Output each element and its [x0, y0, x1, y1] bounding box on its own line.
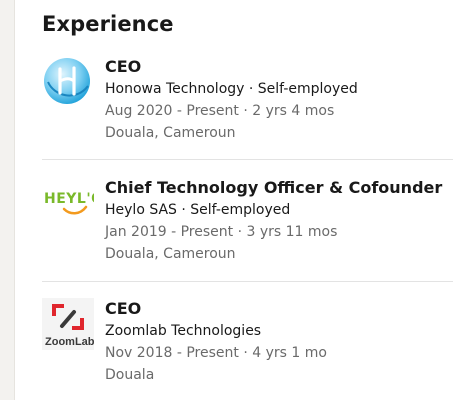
job-title[interactable]: CEO [105, 56, 450, 78]
company-line: Zoomlab Technologies [105, 323, 262, 339]
job-title[interactable]: Chief Technology Officer & Cofounder [105, 177, 450, 199]
divider [42, 159, 453, 160]
section-title: Experience [42, 12, 174, 36]
date-range: Nov 2018 - Present · 4 yrs 1 mo [105, 345, 327, 361]
left-rail [0, 0, 15, 400]
date-range: Jan 2019 - Present · 3 yrs 11 mos [105, 224, 338, 240]
zoomlab-logo-text: ZoomLab [45, 336, 94, 348]
date-range: Aug 2020 - Present · 2 yrs 4 mos [105, 103, 335, 119]
honowa-logo-icon[interactable] [42, 56, 94, 108]
experience-page: Experience CEO Honowa Technology · Self-… [0, 0, 453, 400]
company-line: Heylo SAS · Self-employed [105, 202, 291, 218]
zoomlab-logo-icon[interactable]: ZoomLab [42, 298, 95, 350]
job-location: Douala, Cameroun [105, 125, 236, 141]
job-location: Douala [105, 367, 155, 383]
job-location: Douala, Cameroun [105, 246, 236, 262]
heylo-logo-text: HEYL'O [44, 191, 94, 207]
heylo-logo-icon[interactable]: HEYL'O [42, 177, 103, 229]
job-title[interactable]: CEO [105, 298, 450, 320]
company-line: Honowa Technology · Self-employed [105, 81, 358, 97]
divider [42, 281, 453, 282]
